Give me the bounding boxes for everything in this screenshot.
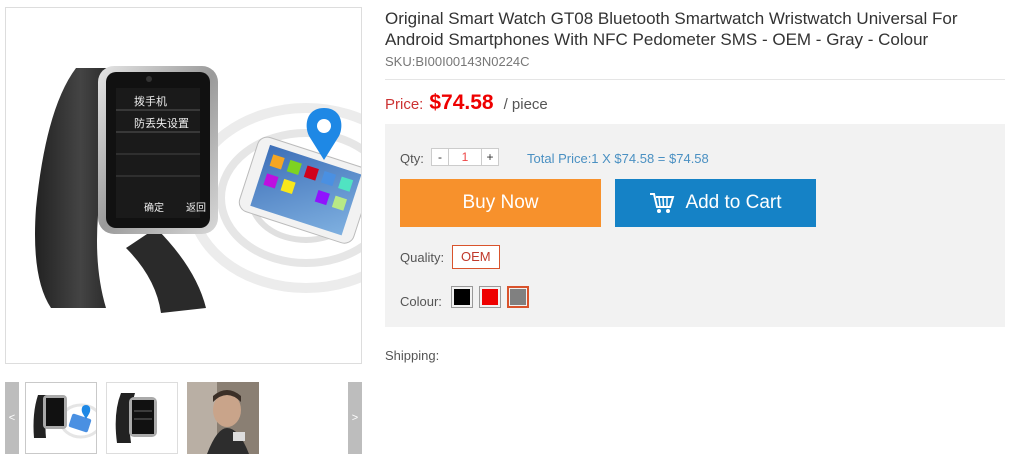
colour-swatch-red[interactable] (479, 286, 501, 308)
product-title: Original Smart Watch GT08 Bluetooth Smar… (385, 9, 958, 49)
colour-label: Colour: (400, 294, 442, 309)
thumbnail-1[interactable] (25, 382, 97, 454)
price-unit: / piece (503, 96, 548, 113)
price-row: Price: $74.58 / piece (385, 91, 548, 115)
quality-option-oem[interactable]: OEM (452, 245, 500, 269)
quantity-stepper: - + (431, 148, 499, 166)
product-sku: SKU:BI00I00143N0224C (385, 54, 530, 69)
qty-increase-button[interactable]: + (481, 148, 499, 166)
thumbnail-3[interactable] (187, 382, 259, 454)
qty-decrease-button[interactable]: - (431, 148, 449, 166)
price-amount: $74.58 (429, 91, 494, 114)
watch-screen-left-button: 确定 (144, 201, 164, 214)
colour-swatch-black[interactable] (451, 286, 473, 308)
watch-screen-right-button: 返回 (186, 202, 206, 214)
purchase-panel: Qty: - + Total Price:1 X $74.58 = $74.58… (385, 124, 1005, 327)
swatch-fill (510, 289, 526, 305)
swatch-fill (482, 289, 498, 305)
qty-label: Qty: (400, 151, 424, 166)
add-to-cart-label: Add to Cart (685, 192, 782, 213)
qty-input[interactable] (449, 148, 481, 166)
total-price: Total Price:1 X $74.58 = $74.58 (527, 151, 709, 166)
price-label: Price: (385, 96, 424, 113)
gallery-prev-arrow[interactable]: < (5, 382, 19, 454)
shipping-label: Shipping: (385, 348, 440, 363)
swatch-fill (454, 289, 470, 305)
gallery-next-arrow[interactable]: > (348, 382, 362, 454)
divider (385, 79, 1005, 80)
watch-screen-item-2: 防丢失设置 (134, 116, 189, 130)
thumbnail-gallery: < > (5, 382, 362, 454)
cart-icon (650, 193, 675, 213)
main-product-image[interactable]: 拨手机 防丢失设置 确定 返回 (5, 7, 362, 364)
quality-label: Quality: (400, 250, 445, 265)
watch-screen-item-1: 拨手机 (134, 94, 167, 108)
colour-swatch-gray[interactable] (507, 286, 529, 308)
add-to-cart-button[interactable]: Add to Cart (615, 179, 816, 227)
thumbnail-2[interactable] (106, 382, 178, 454)
buy-now-button[interactable]: Buy Now (400, 179, 601, 227)
